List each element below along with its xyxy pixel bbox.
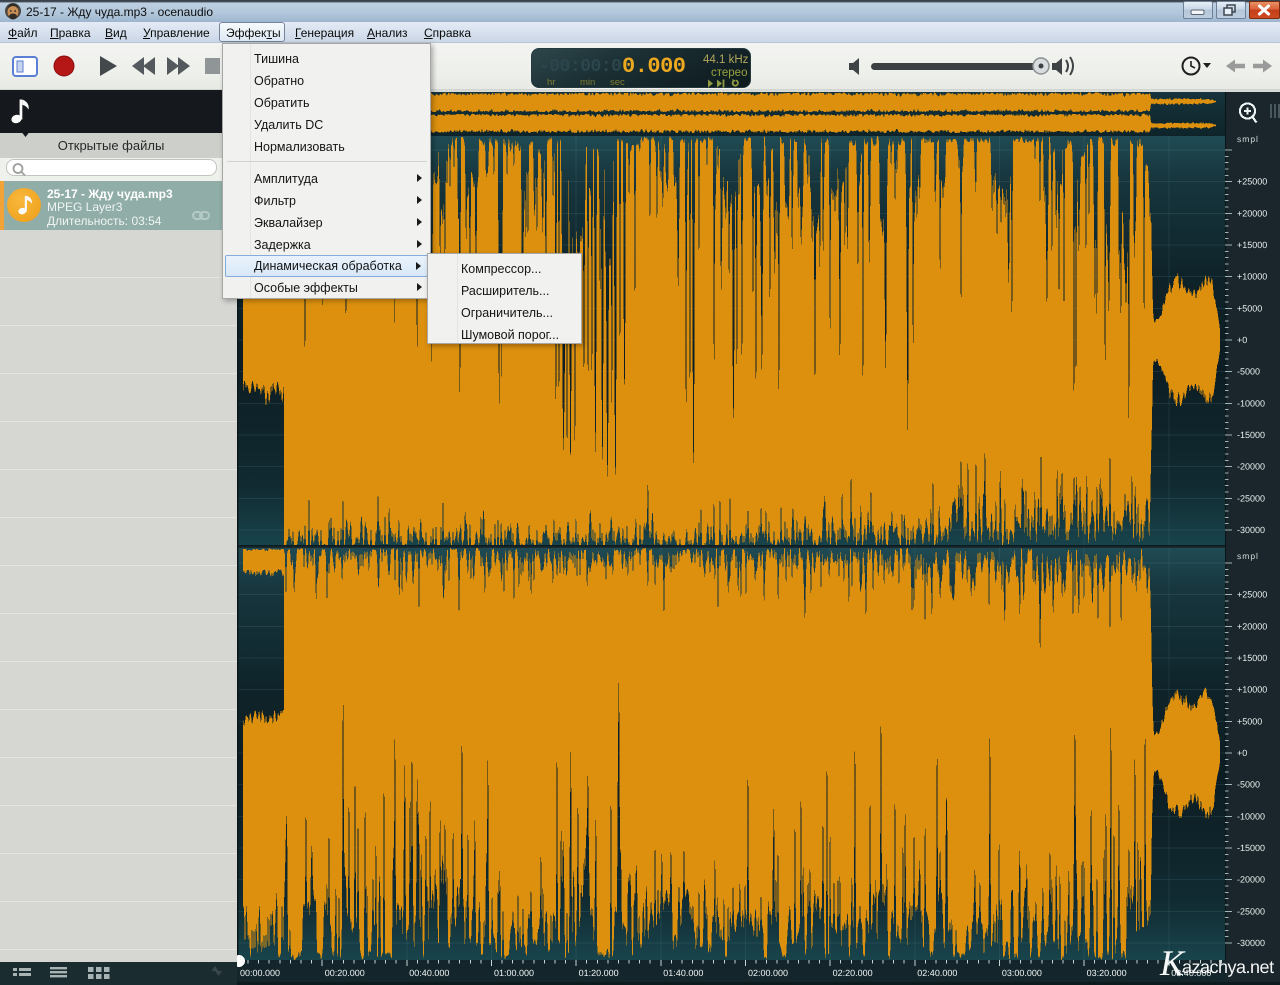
svg-text:-20000: -20000: [1237, 875, 1265, 885]
svg-text:-15000: -15000: [1237, 843, 1265, 853]
svg-text:+15000: +15000: [1237, 240, 1267, 250]
svg-text:-10000: -10000: [1237, 398, 1265, 408]
svg-text:+25000: +25000: [1237, 590, 1267, 600]
svg-text:-30000: -30000: [1237, 938, 1265, 948]
svg-text:02:40.000: 02:40.000: [917, 968, 957, 978]
svg-text:02:20.000: 02:20.000: [833, 968, 873, 978]
svg-text:+25000: +25000: [1237, 177, 1267, 187]
svg-text:00:00.000: 00:00.000: [240, 968, 280, 978]
svg-text:01:20.000: 01:20.000: [579, 968, 619, 978]
svg-text:00:40.000: 00:40.000: [409, 968, 449, 978]
svg-text:-5000: -5000: [1237, 780, 1260, 790]
svg-text:-30000: -30000: [1237, 525, 1265, 535]
svg-text:-10000: -10000: [1237, 811, 1265, 821]
svg-text:+20000: +20000: [1237, 208, 1267, 218]
svg-text:-5000: -5000: [1237, 367, 1260, 377]
svg-text:-20000: -20000: [1237, 462, 1265, 472]
svg-text:+20000: +20000: [1237, 621, 1267, 631]
svg-text:+10000: +10000: [1237, 272, 1267, 282]
svg-text:+0: +0: [1237, 335, 1247, 345]
svg-text:-15000: -15000: [1237, 430, 1265, 440]
svg-text:02:00.000: 02:00.000: [748, 968, 788, 978]
svg-text:00:20.000: 00:20.000: [325, 968, 365, 978]
svg-text:+10000: +10000: [1237, 685, 1267, 695]
svg-text:+15000: +15000: [1237, 653, 1267, 663]
svg-text:-25000: -25000: [1237, 493, 1265, 503]
svg-text:smpl: smpl: [1237, 134, 1259, 144]
svg-text:+5000: +5000: [1237, 303, 1262, 313]
svg-text:01:00.000: 01:00.000: [494, 968, 534, 978]
svg-text:-25000: -25000: [1237, 906, 1265, 916]
svg-text:01:40.000: 01:40.000: [663, 968, 703, 978]
svg-text:03:20.000: 03:20.000: [1087, 968, 1127, 978]
svg-text:smpl: smpl: [1237, 551, 1259, 561]
svg-text:03:00.000: 03:00.000: [1002, 968, 1042, 978]
svg-text:azachya.net: azachya.net: [1182, 957, 1274, 977]
svg-text:+0: +0: [1237, 748, 1247, 758]
svg-text:+5000: +5000: [1237, 716, 1262, 726]
